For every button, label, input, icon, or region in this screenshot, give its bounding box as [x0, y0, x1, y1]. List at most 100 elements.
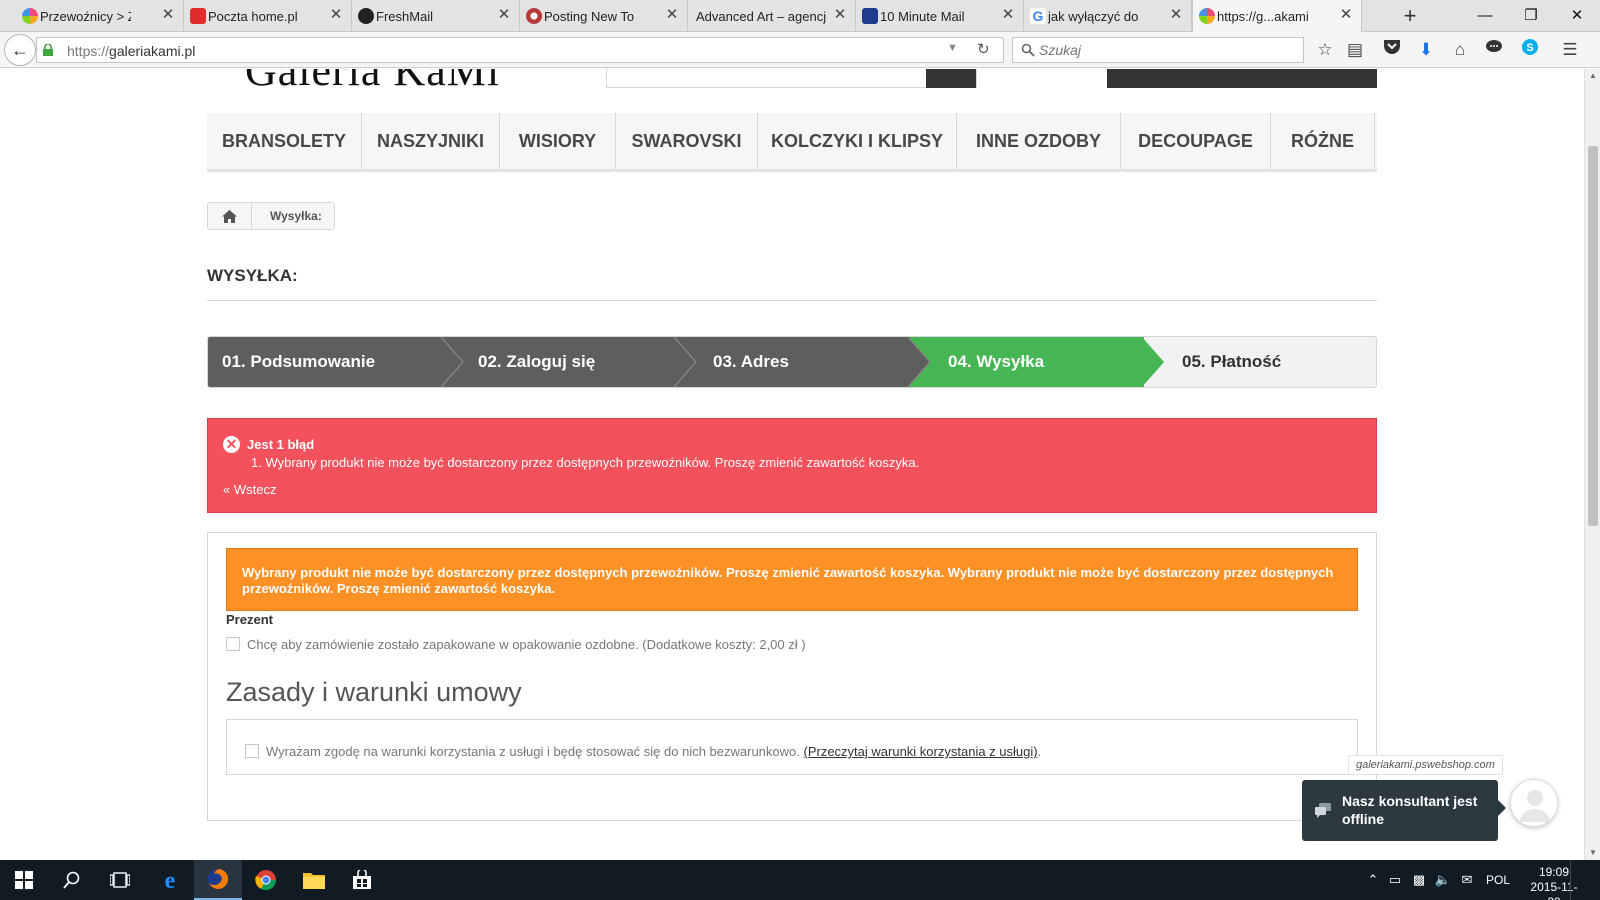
menu-item-bransolety[interactable]: Bransolety [207, 113, 362, 169]
step-payment[interactable]: 05. Płatność [1144, 337, 1376, 387]
reload-icon[interactable]: ↻ [977, 40, 990, 58]
site-search-field[interactable] [606, 69, 977, 88]
terms-checkbox[interactable] [245, 744, 259, 758]
url-text: https://galeriakami.pl [67, 43, 196, 59]
bookmark-star-icon[interactable]: ☆ [1313, 38, 1337, 62]
terms-label: Wyrażam zgodę na warunki korzystania z u… [266, 744, 1042, 759]
main-menu: Bransolety Naszyjniki Wisiory Swarovski … [207, 113, 1377, 172]
carrier-warning: Wybrany produkt nie może być dostarczony… [226, 548, 1358, 611]
show-desktop-button[interactable] [1570, 860, 1600, 900]
tab-title: https://g...akami.pl/ [1217, 9, 1309, 24]
close-icon[interactable]: ✕ [1167, 6, 1185, 24]
cart-button[interactable] [1107, 69, 1377, 88]
scroll-thumb[interactable] [1588, 146, 1598, 526]
gift-wrap-label: Chcę aby zamówienie zostało zapakowane w… [247, 637, 806, 652]
search-icon[interactable] [48, 860, 96, 900]
page-scrollbar[interactable]: ▲ ▼ [1584, 69, 1600, 860]
breadcrumb-current: Wysyłka: [270, 209, 322, 223]
close-icon[interactable]: ✕ [1337, 6, 1355, 24]
site-search-button[interactable] [926, 69, 976, 88]
chrome-icon[interactable] [242, 860, 290, 900]
chat-bubbles-icon [1315, 803, 1331, 818]
close-icon[interactable]: ✕ [495, 6, 513, 24]
browser-tab[interactable]: 10 Minute Mail ✕ [856, 0, 1024, 32]
error-message: 1. Wybrany produkt nie może być dostarcz… [251, 455, 920, 470]
scroll-down-icon[interactable]: ▼ [1585, 846, 1600, 860]
browser-tab-active[interactable]: https://g...akami.pl/ ✕ [1192, 0, 1362, 33]
close-icon[interactable]: ✕ [159, 6, 177, 24]
browser-tab[interactable]: Przewoźnicy > Zob... ✕ [16, 0, 184, 32]
home-icon[interactable]: ⌂ [1448, 38, 1472, 62]
terms-link[interactable]: (Przeczytaj warunki korzystania z usługi… [804, 744, 1038, 759]
menu-item-naszyjniki[interactable]: Naszyjniki [362, 113, 500, 169]
edge-browser-icon[interactable]: e [146, 860, 194, 900]
language-indicator[interactable]: POL [1486, 873, 1510, 887]
terms-panel: Wyrażam zgodę na warunki korzystania z u… [226, 719, 1358, 775]
chat-widget[interactable]: Nasz konsultant jest offline [1302, 780, 1498, 841]
firefox-icon[interactable] [194, 860, 242, 900]
google-favicon-icon: G [1030, 8, 1046, 24]
browser-tab[interactable]: Advanced Art – agencj... ✕ [688, 0, 856, 32]
hamburger-menu-icon[interactable]: ☰ [1558, 38, 1582, 62]
close-icon[interactable]: ✕ [663, 6, 681, 24]
site-search-input[interactable] [607, 69, 927, 85]
menu-item-rozne[interactable]: Różne [1271, 113, 1375, 169]
menu-item-inne-ozdoby[interactable]: Inne ozdoby [957, 113, 1121, 169]
file-explorer-icon[interactable] [290, 860, 338, 900]
volume-icon[interactable]: 🔈 [1434, 872, 1452, 888]
flower-favicon-icon [22, 8, 38, 24]
browser-tab[interactable]: G jak wyłączyć domy... ✕ [1024, 0, 1192, 32]
url-bar[interactable]: https://galeriakami.pl ▼ ↻ [36, 37, 1004, 63]
task-view-icon[interactable] [96, 860, 144, 900]
scroll-up-icon[interactable]: ▲ [1585, 69, 1600, 83]
browser-tab[interactable]: FreshMail ✕ [352, 0, 520, 32]
close-icon[interactable]: ✕ [831, 6, 849, 24]
windows-start-icon[interactable] [0, 860, 48, 900]
action-center-icon[interactable]: ✉ [1458, 872, 1476, 888]
menu-item-swarovski[interactable]: Swarovski [616, 113, 758, 169]
dropdown-arrow-icon[interactable]: ▼ [947, 42, 958, 54]
browser-search-input[interactable] [1039, 41, 1289, 59]
back-link[interactable]: « Wstecz [223, 482, 276, 497]
step-login[interactable]: 02. Zaloguj się [443, 337, 697, 387]
shipping-options-box: Wybrany produkt nie może być dostarczony… [207, 532, 1377, 821]
gift-wrap-checkbox[interactable] [226, 637, 240, 651]
network-icon[interactable]: ▩ [1410, 872, 1428, 888]
download-arrow-icon[interactable]: ⬇ [1414, 38, 1438, 62]
skype-icon[interactable]: S [1518, 38, 1542, 62]
minimize-icon[interactable]: — [1462, 0, 1508, 32]
chat-domain-tag: galeriakami.pswebshop.com [1348, 755, 1503, 775]
pocket-icon[interactable] [1380, 38, 1404, 62]
reading-list-icon[interactable]: ▤ [1343, 38, 1367, 62]
browser-tab[interactable]: Poczta home.pl | S... ✕ [184, 0, 352, 32]
nav-bar: ← https://galeriakami.pl ▼ ↻ ☆ ▤ ⬇ ⌂ S ☰ [0, 32, 1600, 68]
mail-favicon-icon [862, 8, 878, 24]
new-tab-button[interactable]: + [1396, 2, 1424, 30]
menu-item-decoupage[interactable]: Decoupage [1121, 113, 1271, 169]
window-close-icon[interactable]: ✕ [1554, 0, 1600, 32]
site-logo[interactable]: Galeria KaMi [245, 69, 500, 96]
restore-icon[interactable]: ❐ [1508, 0, 1554, 32]
browser-search-bar[interactable] [1012, 37, 1304, 63]
breadcrumb: Wysyłka: [207, 202, 335, 230]
chevron-up-icon[interactable]: ⌃ [1364, 872, 1382, 888]
menu-item-wisiory[interactable]: Wisiory [500, 113, 616, 169]
step-shipping[interactable]: 04. Wysyłka [910, 337, 1164, 387]
back-arrow-icon[interactable]: ← [4, 34, 36, 66]
avatar[interactable] [1510, 779, 1558, 827]
step-address[interactable]: 03. Adres [676, 337, 931, 387]
step-arrow-icon [441, 337, 464, 387]
close-icon[interactable]: ✕ [999, 6, 1017, 24]
svg-text:e: e [165, 868, 176, 892]
close-icon[interactable]: ✕ [327, 6, 345, 24]
flower-favicon-icon [1199, 8, 1215, 24]
browser-tab[interactable]: Posting New Topic... ✕ [520, 0, 688, 32]
menu-item-kolczyki[interactable]: Kolczyki i klipsy [758, 113, 957, 169]
battery-icon[interactable]: ▭ [1386, 872, 1404, 888]
store-icon[interactable] [338, 860, 386, 900]
home-icon[interactable] [208, 203, 252, 229]
chat-extension-icon[interactable] [1482, 38, 1506, 62]
error-x-icon: ✕ [223, 436, 240, 453]
step-summary[interactable]: 01. Podsumowanie [208, 337, 464, 387]
lock-icon [43, 44, 53, 56]
